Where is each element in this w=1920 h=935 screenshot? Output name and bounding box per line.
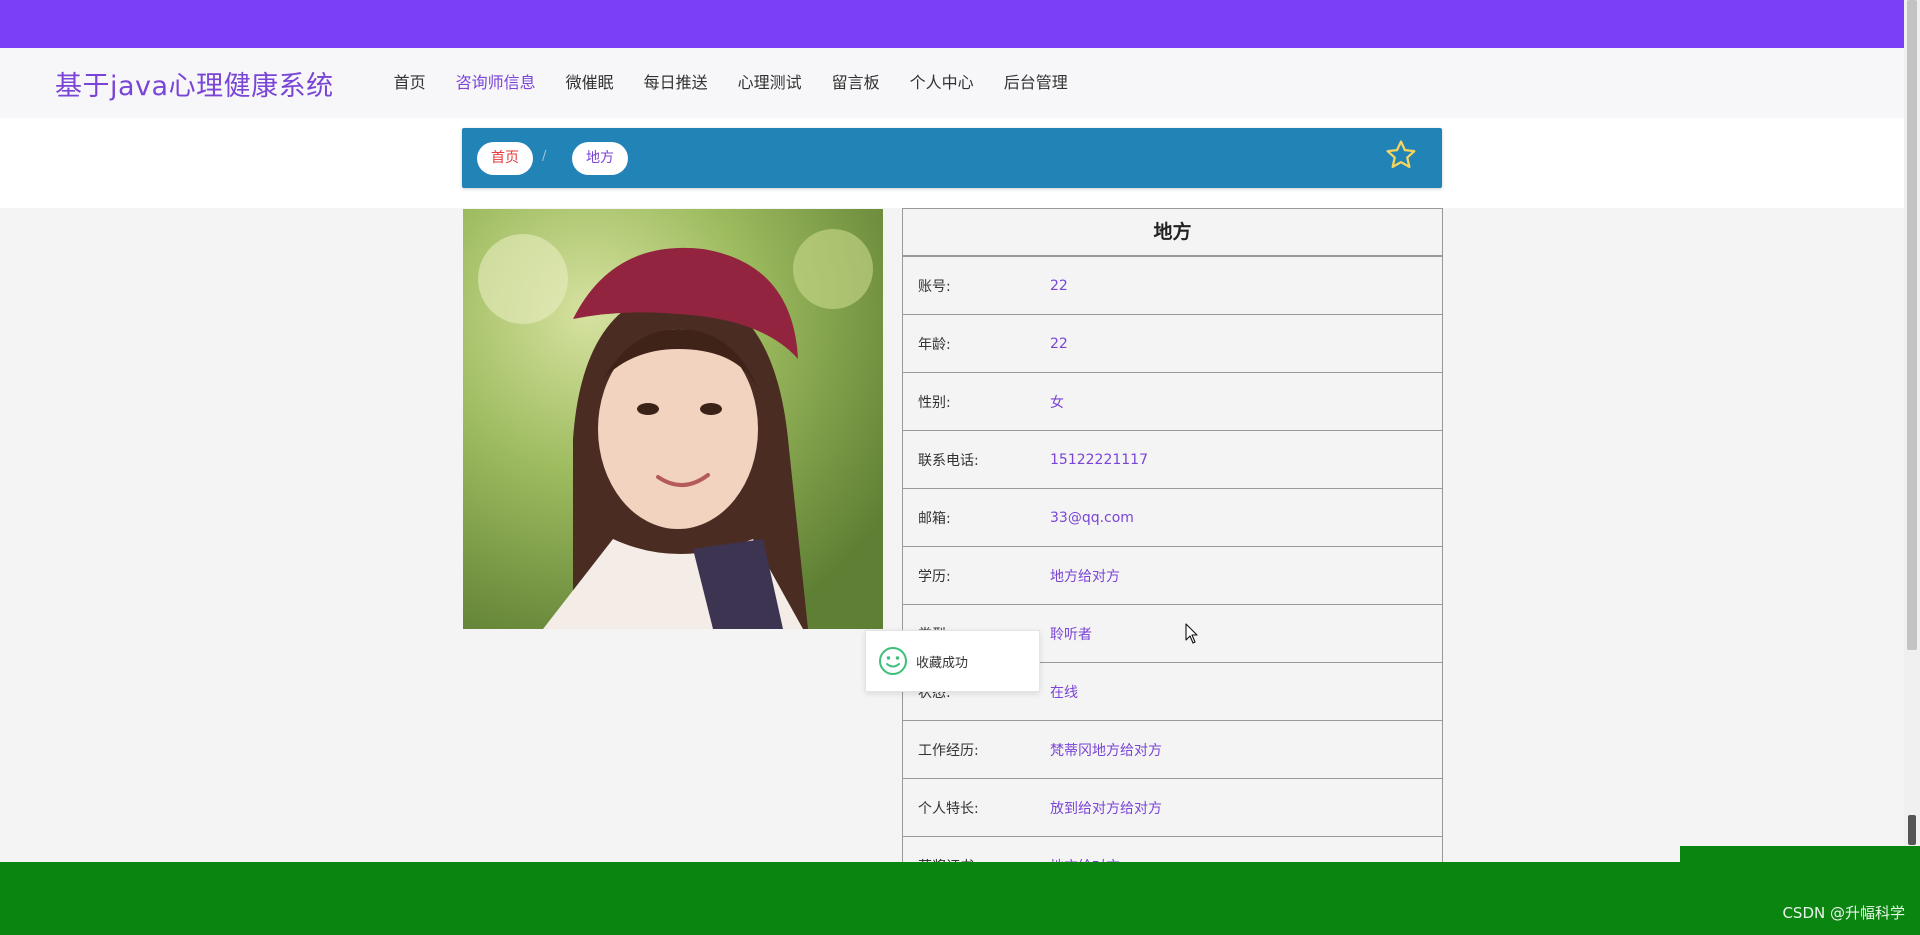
main-nav: 首页 咨询师信息 微催眠 每日推送 心理测试 留言板 个人中心 后台管理 [379,48,1083,118]
nav-item-counselor-info[interactable]: 咨询师信息 [441,48,551,118]
detail-value: 梵蒂冈地方给对方 [1050,742,1162,759]
scrollbar-thumb-secondary[interactable] [1908,815,1916,845]
navbar: 基于java心理健康系统 首页 咨询师信息 微催眠 每日推送 心理测试 留言板 … [0,48,1904,118]
star-outline-icon[interactable] [1384,138,1418,172]
detail-value: 22 [1050,277,1068,294]
breadcrumb: 首页 / 地方 [462,128,1442,188]
detail-row-gender: 性别: 女 [903,373,1442,431]
nav-item-daily-push[interactable]: 每日推送 [629,48,723,118]
nav-item-psych-test[interactable]: 心理测试 [723,48,817,118]
smile-icon [879,647,907,675]
detail-value: 33@qq.com [1050,509,1134,526]
breadcrumb-home[interactable]: 首页 [477,142,533,175]
detail-row-education: 学历: 地方给对方 [903,547,1442,605]
bottom-bar-tab [1680,846,1920,863]
watermark: CSDN @升幅科学 [1782,904,1905,922]
site-brand[interactable]: 基于java心理健康系统 [55,64,334,103]
nav-item-personal-center[interactable]: 个人中心 [895,48,989,118]
detail-label: 工作经历: [918,742,979,759]
detail-value: 聆听者 [1050,626,1092,643]
nav-item-micro-hypnosis[interactable]: 微催眠 [551,48,629,118]
detail-row-age: 年龄: 22 [903,315,1442,373]
detail-value: 女 [1050,394,1064,411]
counselor-detail-table: 地方 账号: 22 年龄: 22 性别: 女 联系电话: 15122221117… [902,208,1443,896]
top-accent-bar [0,0,1904,48]
detail-label: 账号: [918,278,951,295]
counselor-photo [463,209,883,629]
detail-row-email: 邮箱: 33@qq.com [903,489,1442,547]
detail-value: 放到给对方给对方 [1050,800,1162,817]
detail-value: 15122221117 [1050,451,1148,468]
bottom-green-bar [0,862,1920,935]
toast-notification: 收藏成功 [865,630,1040,692]
detail-value: 地方给对方 [1050,568,1120,585]
detail-value: 在线 [1050,684,1078,701]
detail-label: 联系电话: [918,452,979,469]
nav-item-home[interactable]: 首页 [379,48,441,118]
breadcrumb-separator: / [542,149,547,164]
detail-label: 学历: [918,568,951,585]
page-scrollbar[interactable] [1904,0,1920,935]
detail-label: 年龄: [918,336,951,353]
detail-row-phone: 联系电话: 15122221117 [903,431,1442,489]
detail-row-account: 账号: 22 [903,257,1442,315]
counselor-name-title: 地方 [903,209,1442,257]
detail-label: 邮箱: [918,510,951,527]
breadcrumb-current: 地方 [572,142,628,175]
detail-value: 22 [1050,335,1068,352]
detail-label: 个人特长: [918,800,979,817]
detail-row-work-experience: 工作经历: 梵蒂冈地方给对方 [903,721,1442,779]
detail-row-specialty: 个人特长: 放到给对方给对方 [903,779,1442,837]
mouse-cursor-icon [1185,623,1198,644]
toast-text: 收藏成功 [916,655,969,671]
detail-label: 性别: [918,394,951,411]
nav-item-message-board[interactable]: 留言板 [817,48,895,118]
scrollbar-thumb[interactable] [1907,0,1917,650]
nav-item-admin[interactable]: 后台管理 [989,48,1083,118]
